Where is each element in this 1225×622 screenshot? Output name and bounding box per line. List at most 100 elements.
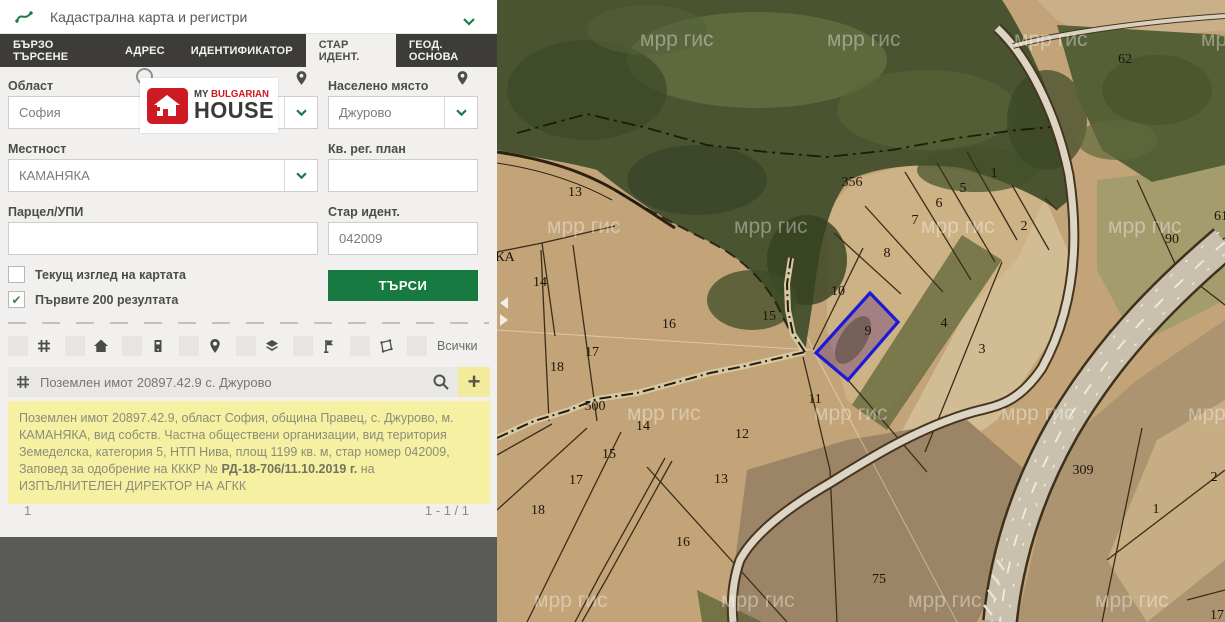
polygon-filter-checkbox[interactable] [350,336,370,356]
pagination: 1 1 - 1 / 1 [0,503,497,523]
layers-filter-checkbox[interactable] [236,336,256,356]
layer-filter-toolbar: Всички [8,335,478,357]
settlement-map-pin-icon[interactable] [455,70,470,89]
parcel-label-1: 1 [1153,502,1160,517]
parcel-label-90: 90 [1165,232,1179,247]
parcel-input[interactable] [8,222,318,255]
parcel-label-4: 4 [941,316,948,331]
cadastral-map-canvas[interactable]: мрр гис мрр гис мрр гис мрр гис мрр гис мрр г… [497,0,1225,622]
result-range: 1 - 1 / 1 [425,503,469,518]
svg-text:мрр гис: мрр гис [547,215,621,238]
logo-text-house: HOUSE [194,99,274,122]
flag-filter-checkbox[interactable] [293,336,313,356]
locality-select[interactable]: КАМАНЯКА [8,159,318,192]
parcel-label-7: 7 [912,213,919,228]
tab-quick-search[interactable]: БЪРЗО ТЪРСЕНЕ [0,34,112,67]
pin-icon [207,338,223,354]
parcel-label-8: 8 [884,246,891,261]
svg-text:мрр гис: мрр гис [908,589,982,612]
app-header[interactable]: Кадастрална карта и регистри [0,0,497,34]
house-icon [93,338,109,354]
parcel-label-61: 61 [1214,209,1225,224]
layer-filter-items [8,336,435,356]
result-title: Поземлен имот 20897.42.9 с. Джурово [40,375,432,390]
parcel-label-КА: КА [497,250,516,265]
result-list-item[interactable]: Поземлен имот 20897.42.9 с. Джурово + [8,367,490,397]
parcel-label-6: 6 [936,196,943,211]
tab-old-identifier[interactable]: СТАР ИДЕНТ. [306,34,396,67]
svg-text:мрр гис: мрр гис [921,215,995,238]
app-logo-icon [14,9,36,25]
zoom-to-result-icon[interactable] [432,373,450,391]
current-view-checkbox[interactable] [8,266,25,283]
logo-house-icon [147,88,188,124]
old-identifier-value: 042009 [329,231,477,246]
tab-identifier[interactable]: ИДЕНТИФИКАТОР [178,34,306,67]
parcel-label-309: 309 [1073,463,1094,478]
header-chevron-down-icon[interactable] [463,13,475,21]
expand-panel-arrow-right[interactable] [500,314,508,326]
settlement-chevron-down-icon[interactable] [444,97,477,128]
locality-chevron-down-icon[interactable] [284,160,317,191]
all-layers-checkbox[interactable] [407,336,427,356]
parcel-label-15: 15 [762,309,776,324]
svg-text:мрр гис: мрр гис [1201,28,1225,51]
tab-address[interactable]: АДРЕС [112,34,178,67]
parcel-label-12: 12 [735,427,749,442]
search-button[interactable]: ТЪРСИ [328,270,478,301]
oblast-label: Област [8,79,53,93]
svg-text:мрр гис: мрр гис [827,28,901,51]
expand-result-button[interactable]: + [458,367,490,397]
parcel-label-1: 1 [991,166,998,181]
locality-label: Местност [8,142,66,156]
parcel-label-18: 18 [550,360,564,375]
grid-icon [36,338,52,354]
grid-filter-checkbox[interactable] [8,336,28,356]
panel-footer [0,537,497,622]
parcel-label-17: 17 [569,473,583,488]
app-title: Кадастрална карта и регистри [50,9,247,25]
first-200-checkbox-row: ✔ Първите 200 резултата [8,291,178,308]
parcel-label-9: 9 [865,324,872,339]
pin-filter-checkbox[interactable] [179,336,199,356]
page-number-button[interactable]: 1 [24,503,31,518]
current-view-checkbox-row: Текущ изглед на картата [8,266,186,283]
parcel-label-17: 17 [1210,608,1224,622]
tab-geodetic-basis[interactable]: ГЕОД. ОСНОВА [396,34,497,67]
search-panel: Кадастрална карта и регистри БЪРЗО ТЪРСЕ… [0,0,497,622]
parcel-label-356: 356 [842,175,863,190]
my-bulgarian-house-logo: MY BULGARIAN HOUSE [140,78,278,133]
svg-text:мрр гис: мрр гис [640,28,714,51]
oblast-map-pin-icon[interactable] [294,70,309,89]
reg-plan-input[interactable] [328,159,478,192]
collapse-panel-arrow-left[interactable] [500,297,508,309]
locality-value: КАМАНЯКА [9,168,284,183]
parcel-label-5: 5 [960,181,967,196]
parcel-label-13: 13 [568,185,582,200]
parcel-label-18: 18 [531,503,545,518]
parcel-label-11: 11 [808,392,821,407]
reg-plan-label: Кв. рег. план [328,142,406,156]
parcel-label-15: 15 [602,447,616,462]
parcel-label-3: 3 [979,342,986,357]
parcel-label-75: 75 [872,572,886,587]
section-separator [8,322,489,324]
search-tabs: БЪРЗО ТЪРСЕНЕ АДРЕС ИДЕНТИФИКАТОР СТАР И… [0,34,497,67]
house-filter-checkbox[interactable] [65,336,85,356]
old-identifier-input[interactable]: 042009 [328,222,478,255]
parcel-label-16: 16 [676,535,690,550]
parcel-label-17: 17 [585,345,599,360]
settlement-select[interactable]: Джурово [328,96,478,129]
first-200-checkbox[interactable]: ✔ [8,291,25,308]
building-icon [150,338,166,354]
svg-text:мрр гис: мрр гис [721,589,795,612]
parcel-grid-icon [15,374,31,390]
building-filter-checkbox[interactable] [122,336,142,356]
svg-text:мрр гис: мрр гис [1001,402,1075,425]
oblast-chevron-down-icon[interactable] [284,97,317,128]
parcel-label-2: 2 [1211,470,1218,485]
parcel-label-62: 62 [1118,52,1132,67]
parcel-label-13: 13 [714,472,728,487]
first-200-label: Първите 200 резултата [35,293,178,307]
all-layers-label: Всички [437,339,478,353]
